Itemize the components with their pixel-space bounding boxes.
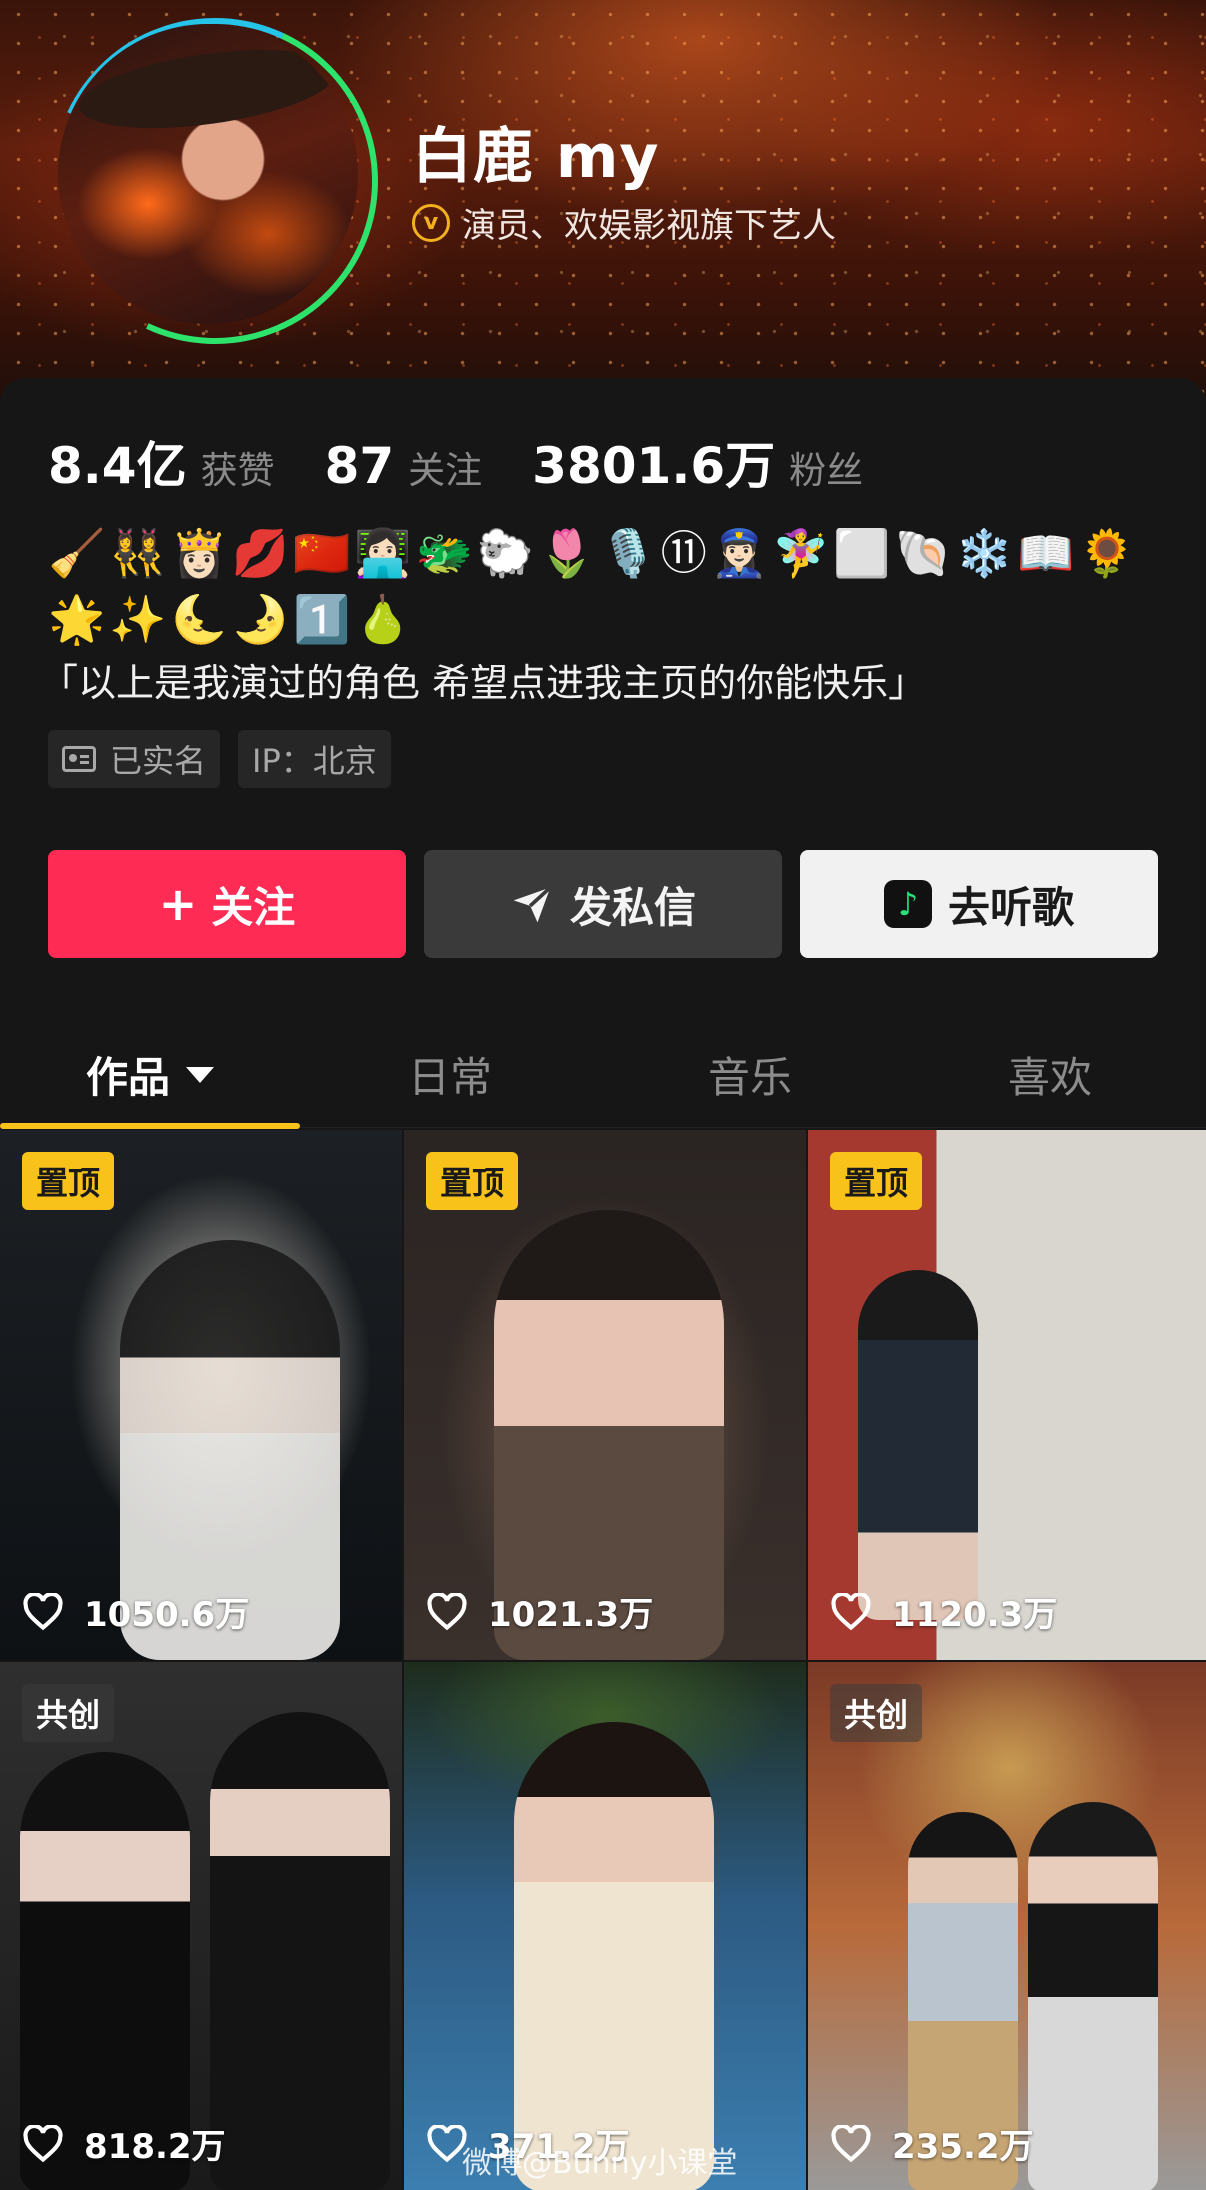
video-thumbnail-figure bbox=[210, 1712, 390, 2190]
profile-name: 白鹿 my bbox=[412, 122, 660, 192]
pinned-badge: 置顶 bbox=[426, 1152, 519, 1210]
video-tile[interactable]: 共创 818.2万 bbox=[0, 1662, 402, 2190]
stat-fans-label: 粉丝 bbox=[789, 449, 864, 492]
action-buttons: + 关注 发私信 ♪ 去听歌 bbox=[48, 850, 1158, 958]
video-grid: 置顶 1050.6万 置顶 1021.3万 置顶 1120.3万 共创 818.… bbox=[0, 1130, 1206, 2190]
verified-icon: v bbox=[412, 203, 450, 242]
video-tile[interactable]: 置顶 1021.3万 bbox=[404, 1130, 806, 1660]
collab-badge: 共创 bbox=[830, 1684, 923, 1742]
send-icon bbox=[513, 886, 552, 923]
message-button[interactable]: 发私信 bbox=[424, 850, 782, 958]
video-likes: 1050.6万 bbox=[22, 1587, 249, 1636]
tab-liked-label: 喜欢 bbox=[1007, 1053, 1092, 1102]
avatar[interactable] bbox=[6, 0, 424, 390]
video-thumbnail-figure bbox=[1028, 1802, 1158, 2190]
chip-verified: 已实名 bbox=[48, 730, 221, 788]
video-thumbnail bbox=[858, 1270, 978, 1620]
chip-verified-label: 已实名 bbox=[110, 742, 207, 780]
tab-works[interactable]: 作品 bbox=[0, 1022, 300, 1129]
bio-emojis: 🧹👯‍♀️👸🏻💋🇨🇳👩🏻‍💻🐲🐑🌷🎙️⑪👮🏻‍♀️🧚‍♀️⬜🐚❄️📖🌻🌟✨🌜🌛1… bbox=[48, 526, 1140, 646]
music-button-label: 去听歌 bbox=[947, 882, 1074, 932]
plus-icon: + bbox=[158, 877, 198, 931]
stat-following-value: 87 bbox=[324, 437, 395, 495]
video-tile[interactable]: 置顶 1050.6万 bbox=[0, 1130, 402, 1660]
tab-music[interactable]: 音乐 bbox=[600, 1022, 900, 1127]
stat-fans-value: 3801.6万 bbox=[532, 437, 776, 495]
tab-works-label: 作品 bbox=[85, 1053, 170, 1102]
tab-music-label: 音乐 bbox=[707, 1053, 792, 1102]
video-likes-count: 1021.3万 bbox=[488, 1595, 654, 1635]
profile-banner: 白鹿 my v 演员、欢娱影视旗下艺人 bbox=[0, 0, 1206, 420]
video-likes-count: 1050.6万 bbox=[84, 1595, 250, 1635]
tab-daily[interactable]: 日常 bbox=[300, 1022, 600, 1127]
video-likes: 1120.3万 bbox=[830, 1587, 1057, 1636]
stat-likes-label: 获赞 bbox=[200, 449, 275, 492]
verified-tag: v 演员、欢娱影视旗下艺人 bbox=[412, 198, 836, 247]
pinned-badge: 置顶 bbox=[22, 1152, 115, 1210]
verified-tag-text: 演员、欢娱影视旗下艺人 bbox=[462, 206, 836, 246]
tab-daily-label: 日常 bbox=[407, 1053, 492, 1102]
music-button[interactable]: ♪ 去听歌 bbox=[800, 850, 1158, 958]
stat-likes-value: 8.4亿 bbox=[48, 437, 187, 495]
video-tile[interactable]: 371.2万 bbox=[404, 1662, 806, 2190]
heart-icon bbox=[831, 1592, 871, 1630]
pinned-badge: 置顶 bbox=[830, 1152, 923, 1210]
stat-following[interactable]: 87 关注 bbox=[325, 437, 483, 495]
music-note-icon: ♪ bbox=[883, 880, 932, 928]
video-likes-count: 818.2万 bbox=[84, 2127, 226, 2167]
content-tabs: 作品 日常 音乐 喜欢 bbox=[0, 1022, 1206, 1129]
follow-button-label: 关注 bbox=[211, 882, 296, 932]
video-likes: 818.2万 bbox=[22, 2119, 226, 2168]
avatar-image bbox=[58, 24, 358, 324]
message-button-label: 发私信 bbox=[569, 882, 696, 932]
video-likes: 235.2万 bbox=[830, 2119, 1034, 2168]
tab-liked[interactable]: 喜欢 bbox=[900, 1022, 1200, 1127]
video-likes-count: 1120.3万 bbox=[892, 1595, 1058, 1635]
follow-button[interactable]: + 关注 bbox=[48, 850, 406, 958]
heart-icon bbox=[427, 1592, 467, 1630]
heart-icon bbox=[23, 1592, 63, 1630]
caret-down-icon bbox=[186, 1066, 214, 1083]
watermark: 微博@Bunny小课堂 bbox=[462, 2146, 738, 2181]
heart-icon bbox=[23, 2124, 63, 2162]
id-card-icon bbox=[62, 746, 96, 772]
chip-ip-label: IP：北京 bbox=[252, 742, 377, 780]
stat-likes[interactable]: 8.4亿 获赞 bbox=[48, 426, 275, 498]
video-likes: 1021.3万 bbox=[426, 1587, 653, 1636]
video-tile[interactable]: 共创 235.2万 bbox=[808, 1662, 1206, 2190]
heart-icon bbox=[831, 2124, 871, 2162]
stat-following-label: 关注 bbox=[408, 449, 483, 492]
chip-ip: IP：北京 bbox=[238, 730, 391, 788]
bio-text: 「以上是我演过的角色 希望点进我主页的你能快乐」 bbox=[40, 661, 927, 705]
video-tile[interactable]: 置顶 1120.3万 bbox=[808, 1130, 1206, 1660]
video-likes-count: 235.2万 bbox=[892, 2127, 1034, 2167]
stats-row: 8.4亿 获赞 87 关注 3801.6万 粉丝 bbox=[48, 426, 913, 498]
stat-fans[interactable]: 3801.6万 粉丝 bbox=[532, 426, 863, 498]
info-chips: 已实名 IP：北京 bbox=[48, 730, 409, 788]
collab-badge: 共创 bbox=[22, 1684, 115, 1742]
